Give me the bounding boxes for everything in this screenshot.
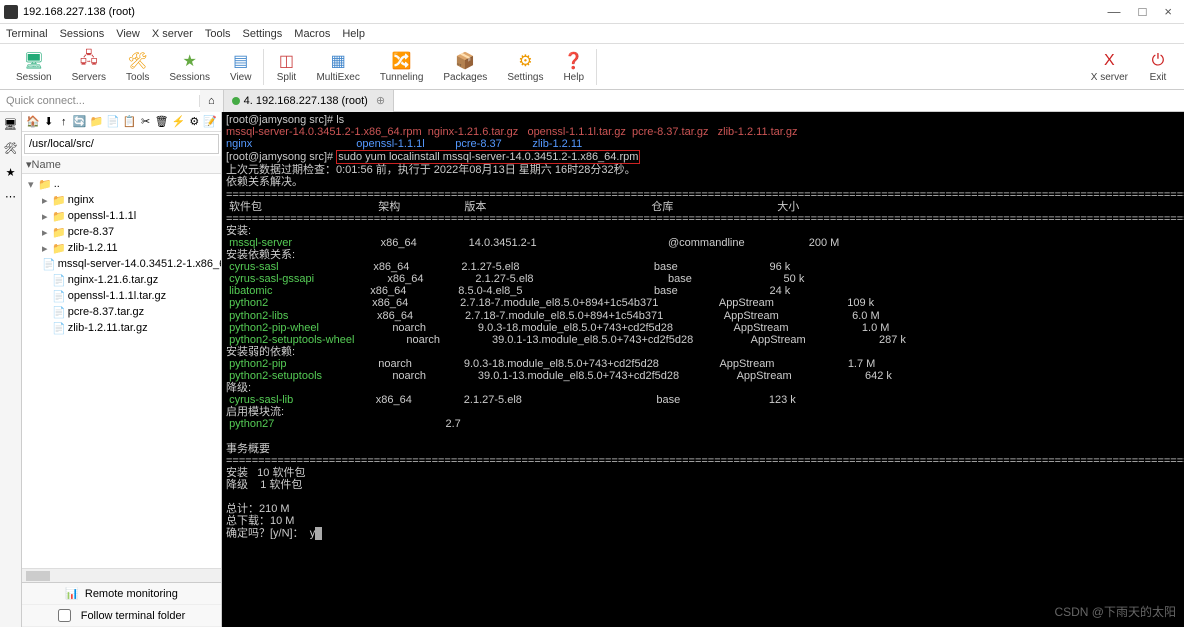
toolbar: 🖥Session🖧Servers🛠Tools★Sessions▤View◫Spl… [0, 44, 1184, 90]
home-icon: ⌂ [208, 95, 215, 107]
packages-icon: 📦 [455, 51, 475, 71]
file-tool-6[interactable]: 📋 [123, 115, 137, 129]
help-icon: ❓ [564, 51, 584, 71]
menu-help[interactable]: Help [342, 28, 365, 40]
tree-item[interactable]: ▸📁pcre-8.37 [24, 224, 219, 240]
servers-icon: 🖧 [79, 51, 99, 71]
tool-view[interactable]: ▤View [220, 45, 262, 89]
folder-icon: 📁 [52, 194, 66, 207]
folder-icon: 📁 [38, 178, 52, 191]
tree-item[interactable]: 📄pcre-8.37.tar.gz [24, 304, 219, 320]
minimize-button[interactable]: — [1108, 4, 1121, 19]
status-dot-icon [232, 97, 240, 105]
remote-monitoring-button[interactable]: 📊Remote monitoring [22, 583, 221, 605]
folder-icon: 📁 [52, 210, 66, 223]
menu-sessions[interactable]: Sessions [60, 28, 105, 40]
tool-servers[interactable]: 🖧Servers [62, 45, 116, 89]
file-icon: 📄 [52, 290, 66, 303]
tree-item[interactable]: ▾📁.. [24, 176, 219, 192]
sessions-icon: ★ [180, 51, 200, 71]
left-panel: 🏠⬇↑🔄📁📄📋✂🗑⚡⚙📝 /usr/local/src/ ▾ Name ▾📁..… [22, 112, 222, 627]
file-tree[interactable]: ▾📁..▸📁nginx▸📁openssl-1.1.1l▸📁pcre-8.37▸📁… [22, 174, 221, 568]
session-tab-1[interactable]: 4. 192.168.227.138 (root)⊕ [224, 90, 394, 112]
tab-row: ⌂ 4. 192.168.227.138 (root)⊕ [200, 90, 394, 112]
tree-item[interactable]: ▸📁nginx [24, 192, 219, 208]
path-input[interactable]: /usr/local/src/ [24, 134, 219, 154]
file-tool-0[interactable]: 🏠 [26, 115, 40, 129]
session-icon: 🖥 [24, 51, 44, 71]
file-icon: 📄 [52, 322, 66, 335]
terminal[interactable]: [root@jamysong src]# lsmssql-server-14.0… [222, 112, 1184, 627]
tool-exit[interactable]: ⏻Exit [1138, 45, 1178, 89]
file-tool-9[interactable]: ⚡ [172, 115, 186, 129]
tool-sessions[interactable]: ★Sessions [159, 45, 220, 89]
maximize-button[interactable]: □ [1139, 4, 1147, 19]
tool-tools[interactable]: 🛠Tools [116, 45, 159, 89]
app-icon [4, 5, 18, 19]
menu-view[interactable]: View [116, 28, 140, 40]
sidetab-0[interactable]: 🖥 [3, 116, 19, 132]
tool-help[interactable]: ❓Help [553, 45, 594, 89]
menu-tools[interactable]: Tools [205, 28, 231, 40]
quick-bar: Quick connect... ⌂ 4. 192.168.227.138 (ro… [0, 90, 1184, 112]
tree-item[interactable]: 📄mssql-server-14.0.3451.2-1.x86_64.rpm [24, 256, 219, 272]
menu-terminal[interactable]: Terminal [6, 28, 48, 40]
tree-item[interactable]: ▸📁zlib-1.2.11 [24, 240, 219, 256]
file-toolbar: 🏠⬇↑🔄📁📄📋✂🗑⚡⚙📝 [22, 112, 221, 132]
file-tool-5[interactable]: 📄 [106, 115, 120, 129]
tree-item[interactable]: 📄nginx-1.21.6.tar.gz [24, 272, 219, 288]
file-tool-4[interactable]: 📁 [89, 115, 103, 129]
file-icon: 📄 [52, 306, 66, 319]
follow-terminal-checkbox[interactable]: Follow terminal folder [22, 605, 221, 627]
tool-x-server[interactable]: XX server [1081, 45, 1138, 89]
session-tab-0[interactable]: ⌂ [200, 90, 224, 112]
menu-settings[interactable]: Settings [243, 28, 283, 40]
tool-multiexec[interactable]: ▦MultiExec [306, 45, 369, 89]
file-tool-10[interactable]: ⚙ [188, 115, 200, 129]
menu-bar: Terminal Sessions View X server Tools Setting… [0, 24, 1184, 44]
tools-icon: 🛠 [128, 51, 148, 71]
side-tab-bar: 🖥 🛠 ★ ⋯ [0, 112, 22, 627]
tool-session[interactable]: 🖥Session [6, 45, 62, 89]
folder-icon: 📁 [52, 242, 66, 255]
menu-macros[interactable]: Macros [294, 28, 330, 40]
tree-header: ▾ Name [22, 156, 221, 174]
tree-item[interactable]: ▸📁openssl-1.1.1l [24, 208, 219, 224]
tunneling-icon: 🔀 [392, 51, 412, 71]
file-tool-3[interactable]: 🔄 [73, 115, 87, 129]
tool-split[interactable]: ◫Split [266, 45, 306, 89]
window-title: 192.168.227.138 (root) [23, 6, 135, 18]
tree-item[interactable]: 📄zlib-1.2.11.tar.gz [24, 320, 219, 336]
split-icon: ◫ [276, 51, 296, 71]
tool-settings[interactable]: ⚙Settings [497, 45, 553, 89]
tab-close-icon[interactable]: ⊕ [376, 94, 385, 107]
sidetab-2[interactable]: ★ [3, 164, 19, 180]
sidetab-1[interactable]: 🛠 [3, 140, 19, 156]
window-controls: — □ × [1108, 4, 1180, 19]
file-icon: 📄 [42, 258, 56, 271]
quick-connect-input[interactable]: Quick connect... [0, 95, 200, 107]
file-tool-2[interactable]: ↑ [58, 115, 70, 129]
exit-icon: ⏻ [1148, 51, 1168, 71]
menu-x-server[interactable]: X server [152, 28, 193, 40]
sidetab-3[interactable]: ⋯ [3, 188, 19, 204]
file-tool-7[interactable]: ✂ [140, 115, 152, 129]
close-button[interactable]: × [1164, 4, 1172, 19]
tool-packages[interactable]: 📦Packages [433, 45, 497, 89]
view-icon: ▤ [231, 51, 251, 71]
file-tool-1[interactable]: ⬇ [43, 115, 55, 129]
h-scrollbar[interactable] [22, 568, 221, 582]
settings-icon: ⚙ [515, 51, 535, 71]
folder-icon: 📁 [52, 226, 66, 239]
title-bar: 192.168.227.138 (root) — □ × [0, 0, 1184, 24]
file-tool-11[interactable]: 📝 [203, 115, 217, 129]
x server-icon: X [1099, 51, 1119, 71]
tree-item[interactable]: 📄openssl-1.1.1l.tar.gz [24, 288, 219, 304]
watermark: CSDN @下雨天的太阳 [1054, 606, 1176, 619]
file-icon: 📄 [52, 274, 66, 287]
main-area: 🖥🛠★⋯ 🏠⬇↑🔄📁📄📋✂🗑⚡⚙📝 /usr/local/src/ ▾ Name… [0, 112, 1184, 627]
tool-tunneling[interactable]: 🔀Tunneling [370, 45, 434, 89]
multiexec-icon: ▦ [328, 51, 348, 71]
file-tool-8[interactable]: 🗑 [155, 115, 169, 129]
